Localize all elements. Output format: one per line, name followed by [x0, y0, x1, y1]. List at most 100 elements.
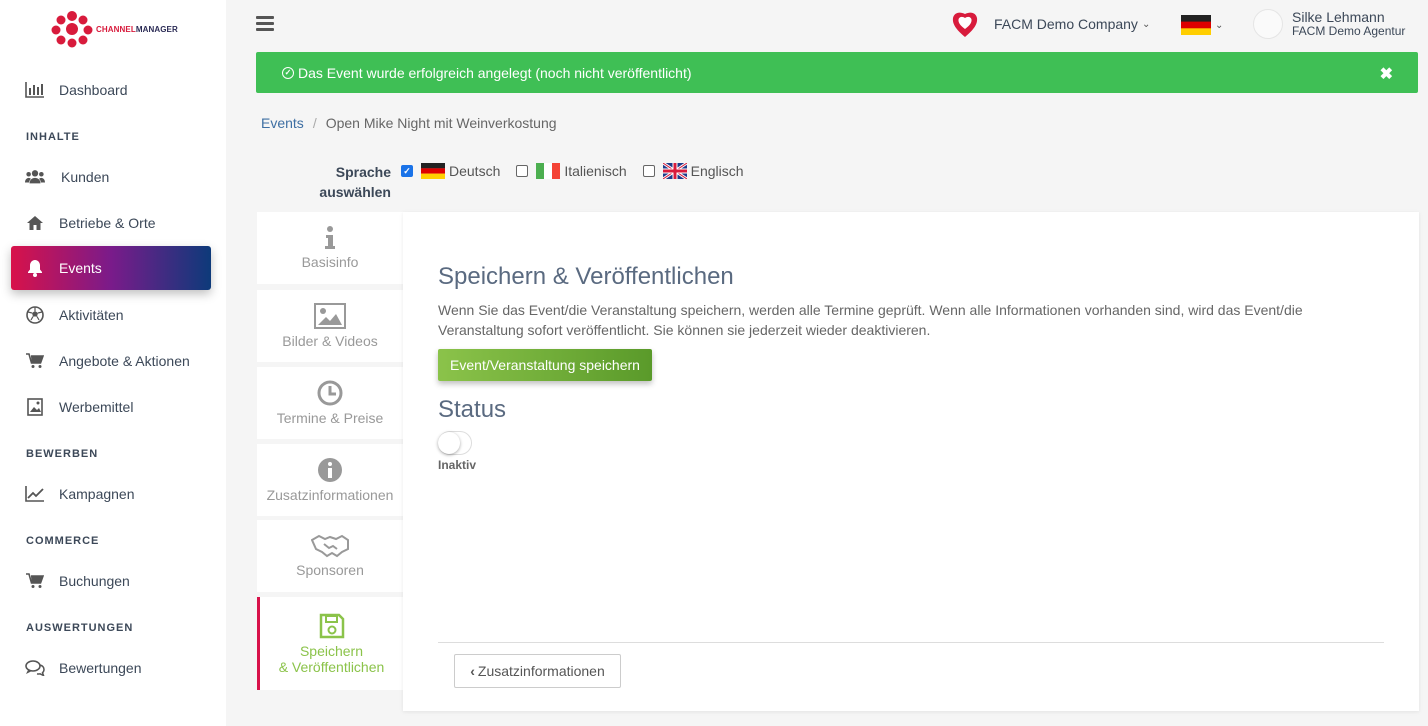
- info-icon: [325, 226, 335, 249]
- floppy-disk-icon: [319, 613, 344, 638]
- german-flag-icon: [421, 163, 445, 179]
- englisch-checkbox[interactable]: [642, 165, 655, 177]
- language-option-label: Italienisch: [564, 163, 627, 179]
- sidebar-item-label: Betriebe & Orte: [59, 215, 156, 231]
- sidebar-item-events[interactable]: Events: [11, 246, 211, 290]
- sidebar-item-label: Buchungen: [59, 573, 130, 589]
- logo-text: CHANNELMANAGER: [96, 24, 178, 34]
- chevron-left-icon: ‹: [470, 663, 475, 679]
- section-auswertungen: AUSWERTUNGEN: [26, 622, 134, 634]
- uk-flag-icon: [662, 163, 687, 179]
- cart-icon: [25, 571, 45, 591]
- tab-label: Bilder & Videos: [282, 333, 378, 349]
- sidebar-item-label: Dashboard: [59, 82, 128, 98]
- company-name: FACM Demo Company: [994, 16, 1138, 32]
- breadcrumb-events-link[interactable]: Events: [261, 115, 304, 131]
- line-chart-icon: [25, 484, 45, 504]
- breadcrumb-separator: /: [312, 115, 317, 131]
- back-zusatzinformationen-button[interactable]: ‹ Zusatzinformationen: [454, 654, 621, 688]
- image-icon: [25, 397, 45, 417]
- status-toggle[interactable]: [438, 431, 472, 455]
- tab-label: & Veröffentlichen: [278, 658, 385, 675]
- company-selector[interactable]: FACM Demo Company ⌄: [950, 10, 1150, 38]
- italienisch-checkbox[interactable]: [516, 165, 529, 177]
- sidebar-item-label: Kampagnen: [59, 486, 135, 502]
- tab-label: Speichern: [299, 642, 364, 659]
- language-dropdown[interactable]: ⌄: [1181, 15, 1223, 35]
- tab-label: Basisinfo: [301, 254, 359, 270]
- deutsch-checkbox[interactable]: ✓: [401, 165, 413, 177]
- save-event-button[interactable]: Event/Veranstaltung speichern: [438, 349, 652, 381]
- picture-icon: [314, 303, 346, 329]
- sidebar-item-werbemittel[interactable]: Werbemittel: [11, 385, 211, 429]
- breadcrumb-current: Open Mike Night mit Weinverkostung: [325, 115, 557, 131]
- users-icon: [25, 167, 45, 187]
- sidebar-item-label: Bewertungen: [59, 660, 142, 676]
- home-icon: [25, 213, 45, 233]
- handshake-icon: [311, 534, 349, 558]
- sidebar-item-kunden[interactable]: Kunden: [11, 155, 211, 199]
- user-menu[interactable]: Silke Lehmann FACM Demo Agentur: [1253, 9, 1405, 39]
- info-circle-icon: [318, 458, 342, 482]
- breadcrumb: Events / Open Mike Night mit Weinverkost…: [261, 115, 557, 131]
- page-title: Speichern & Veröffentlichen: [438, 263, 734, 290]
- tab-bilder-videos[interactable]: Bilder & Videos: [257, 290, 403, 362]
- sidebar-item-kampagnen[interactable]: Kampagnen: [11, 472, 211, 516]
- sidebar-item-aktivitaeten[interactable]: Aktivitäten: [11, 293, 211, 337]
- language-option-label: Englisch: [690, 163, 744, 179]
- user-name: Silke Lehmann: [1292, 9, 1385, 25]
- language-label: Sprache auswählen: [319, 164, 391, 200]
- hamburger-menu-icon[interactable]: [256, 16, 274, 32]
- sidebar-item-bewertungen[interactable]: Bewertungen: [11, 646, 211, 690]
- section-inhalte: INHALTE: [26, 131, 80, 143]
- italian-flag-icon: [536, 163, 561, 179]
- status-title: Status: [438, 396, 507, 423]
- avatar: [1253, 9, 1283, 39]
- bell-icon: [25, 258, 45, 278]
- divider: [438, 642, 1384, 643]
- language-option-deutsch[interactable]: ✓ Deutsch: [401, 163, 500, 179]
- chevron-down-icon: ⌄: [1141, 18, 1151, 30]
- tab-speichern-veroeffentlichen[interactable]: Speichern & Veröffentlichen: [257, 597, 403, 690]
- comments-icon: [25, 658, 45, 678]
- tab-sponsoren[interactable]: Sponsoren: [257, 520, 403, 592]
- sidebar-item-buchungen[interactable]: Buchungen: [11, 559, 211, 603]
- language-option-englisch[interactable]: Englisch: [642, 163, 744, 179]
- chevron-down-icon: ⌄: [1215, 19, 1224, 31]
- language-option-label: Deutsch: [449, 163, 501, 179]
- company-logo-icon: [952, 12, 978, 37]
- sidebar-item-label: Events: [59, 260, 102, 276]
- language-option-italienisch[interactable]: Italienisch: [516, 163, 627, 179]
- tab-label: Sponsoren: [296, 562, 364, 578]
- back-button-label: Zusatzinformationen: [477, 663, 605, 679]
- main-card: Speichern & Veröffentlichen Wenn Sie das…: [403, 212, 1419, 711]
- tab-basisinfo[interactable]: Basisinfo: [257, 212, 403, 284]
- bar-chart-icon: [25, 80, 45, 100]
- language-options: ✓ Deutsch Italienisch Englisch: [401, 162, 760, 180]
- alert-message: Das Event wurde erfolgreich angelegt (no…: [298, 64, 692, 81]
- success-alert: ✓ Das Event wurde erfolgreich angelegt (…: [256, 52, 1418, 93]
- check-circle-icon: ✓: [282, 66, 294, 79]
- sidebar-item-label: Kunden: [61, 169, 110, 185]
- sidebar-item-label: Angebote & Aktionen: [59, 353, 190, 369]
- status-value: Inaktiv: [438, 458, 477, 472]
- logo-icon: [51, 11, 93, 48]
- sidebar-item-angebote[interactable]: Angebote & Aktionen: [11, 339, 211, 383]
- cart-icon: [25, 351, 45, 371]
- soccer-ball-icon: [25, 305, 45, 325]
- sidebar: CHANNELMANAGER Dashboard INHALTE Kunden …: [0, 0, 226, 726]
- section-commerce: COMMERCE: [26, 535, 100, 547]
- user-agency: FACM Demo Agentur: [1292, 24, 1406, 38]
- clock-icon: [317, 380, 343, 406]
- page-description: Wenn Sie das Event/die Veranstaltung spe…: [438, 302, 1303, 338]
- tab-termine-preise[interactable]: Termine & Preise: [257, 367, 403, 439]
- section-bewerben: BEWERBEN: [26, 448, 99, 460]
- german-flag-icon: [1181, 15, 1211, 35]
- close-icon[interactable]: ✖: [1380, 64, 1393, 84]
- sidebar-item-dashboard[interactable]: Dashboard: [11, 68, 211, 112]
- tab-label: Zusatzinformationen: [266, 487, 394, 503]
- sidebar-item-label: Aktivitäten: [59, 307, 124, 323]
- sidebar-item-betriebe[interactable]: Betriebe & Orte: [11, 201, 211, 245]
- tab-zusatzinformationen[interactable]: Zusatzinformationen: [257, 444, 403, 516]
- brand-logo[interactable]: CHANNELMANAGER: [50, 10, 178, 48]
